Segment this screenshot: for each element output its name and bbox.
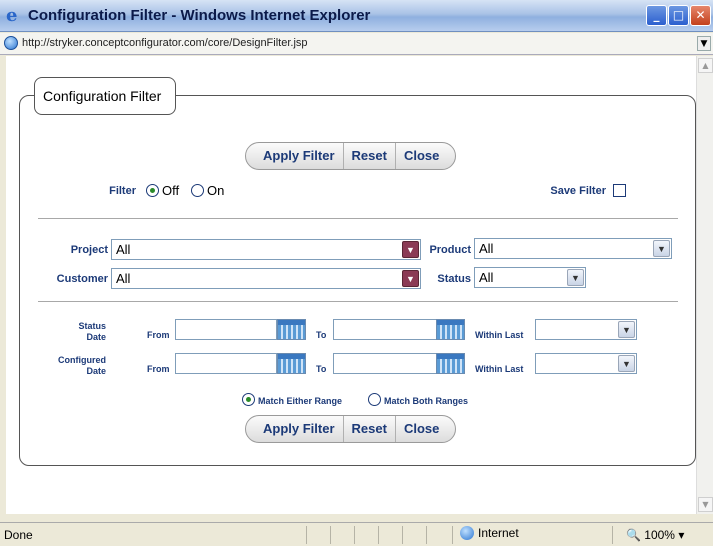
- address-dropdown-icon[interactable]: ▼: [697, 36, 711, 51]
- address-bar[interactable]: http://stryker.conceptconfigurator.com/c…: [0, 33, 713, 55]
- status-from-input[interactable]: [175, 319, 277, 340]
- title-bar: e Configuration Filter - Windows Interne…: [0, 0, 713, 32]
- project-select[interactable]: All ▼: [111, 239, 421, 260]
- project-label: Project: [70, 244, 108, 256]
- address-url[interactable]: http://stryker.conceptconfigurator.com/c…: [22, 37, 308, 49]
- match-either-label: Match Either Range: [258, 396, 343, 406]
- zoom-value: 100%: [644, 528, 675, 542]
- configured-date-label: Configured Date: [58, 355, 106, 376]
- reset-button[interactable]: Reset: [342, 416, 395, 442]
- filter-off-label: Off: [162, 183, 180, 198]
- divider: [330, 526, 331, 544]
- top-button-group: Apply Filter Reset Close: [245, 142, 457, 170]
- close-button[interactable]: Close: [394, 416, 455, 442]
- status-date-label: Status Date: [78, 321, 106, 342]
- status-value: All: [479, 270, 494, 285]
- divider: [426, 526, 427, 544]
- status-within-select[interactable]: ▼: [535, 319, 637, 340]
- chevron-down-icon[interactable]: ▼: [618, 355, 635, 372]
- divider: [402, 526, 403, 544]
- configured-to-input[interactable]: [333, 353, 437, 374]
- chevron-down-icon[interactable]: ▼: [402, 270, 419, 287]
- status-select[interactable]: All ▼: [474, 267, 586, 288]
- divider: [38, 301, 678, 302]
- panel-legend: Configuration Filter: [34, 77, 176, 115]
- apply-filter-button[interactable]: Apply Filter: [246, 143, 343, 169]
- filter-on-radio[interactable]: [191, 184, 204, 197]
- save-filter-label: Save Filter: [550, 185, 606, 197]
- configured-from-label: From: [147, 364, 170, 374]
- scroll-down-icon[interactable]: ▼: [698, 497, 713, 512]
- configured-from-input[interactable]: [175, 353, 277, 374]
- chevron-down-icon[interactable]: ▼: [618, 321, 635, 338]
- configured-within-select[interactable]: ▼: [535, 353, 637, 374]
- match-either-radio[interactable]: [242, 393, 255, 406]
- vertical-scrollbar[interactable]: ▲ ▼: [696, 56, 713, 514]
- status-within-label: Within Last: [475, 330, 524, 340]
- filter-label: Filter: [109, 185, 136, 197]
- filter-off-radio[interactable]: [146, 184, 159, 197]
- status-to-label: To: [316, 330, 327, 340]
- status-text: Done: [4, 528, 33, 542]
- divider: [354, 526, 355, 544]
- product-select[interactable]: All ▼: [474, 238, 672, 259]
- customer-select[interactable]: All ▼: [111, 268, 421, 289]
- calendar-icon[interactable]: [277, 353, 306, 374]
- reset-button[interactable]: Reset: [342, 143, 395, 169]
- divider: [612, 526, 613, 544]
- calendar-icon[interactable]: [277, 319, 306, 340]
- zone-label: Internet: [478, 526, 519, 540]
- close-button[interactable]: Close: [394, 143, 455, 169]
- divider: [452, 526, 453, 544]
- configured-to-label: To: [316, 364, 327, 374]
- divider: [38, 218, 678, 219]
- bottom-button-group: Apply Filter Reset Close: [245, 415, 457, 443]
- match-both-radio[interactable]: [368, 393, 381, 406]
- security-zone[interactable]: Internet: [460, 526, 519, 540]
- status-label: Status: [437, 273, 471, 285]
- scroll-up-icon[interactable]: ▲: [698, 58, 713, 73]
- product-value: All: [479, 241, 494, 256]
- chevron-down-icon[interactable]: ▼: [653, 240, 670, 257]
- browser-window: e Configuration Filter - Windows Interne…: [0, 0, 713, 546]
- status-to-input[interactable]: [333, 319, 437, 340]
- product-label: Product: [429, 244, 471, 256]
- close-window-button[interactable]: ✕: [690, 5, 711, 26]
- apply-filter-button[interactable]: Apply Filter: [246, 416, 343, 442]
- calendar-icon[interactable]: [436, 319, 465, 340]
- calendar-icon[interactable]: [436, 353, 465, 374]
- minimize-button[interactable]: _: [646, 5, 667, 26]
- divider: [378, 526, 379, 544]
- chevron-down-icon[interactable]: ▼: [567, 269, 584, 286]
- globe-icon: [460, 526, 474, 540]
- status-bar: Done Internet 🔍 100% ▾: [0, 522, 713, 546]
- maximize-button[interactable]: □: [668, 5, 689, 26]
- filter-on-label: On: [207, 183, 225, 198]
- match-both-label: Match Both Ranges: [384, 396, 469, 406]
- customer-label: Customer: [56, 273, 108, 285]
- save-filter-checkbox[interactable]: [613, 184, 626, 197]
- divider: [306, 526, 307, 544]
- page-icon: [4, 36, 18, 50]
- zoom-level[interactable]: 🔍 100% ▾: [626, 528, 684, 542]
- window-title: Configuration Filter - Windows Internet …: [28, 7, 371, 24]
- customer-value: All: [116, 271, 131, 286]
- configured-within-label: Within Last: [475, 364, 524, 374]
- project-value: All: [116, 242, 131, 257]
- ie-icon: e: [6, 5, 18, 26]
- chevron-down-icon[interactable]: ▼: [402, 241, 419, 258]
- status-from-label: From: [147, 330, 170, 340]
